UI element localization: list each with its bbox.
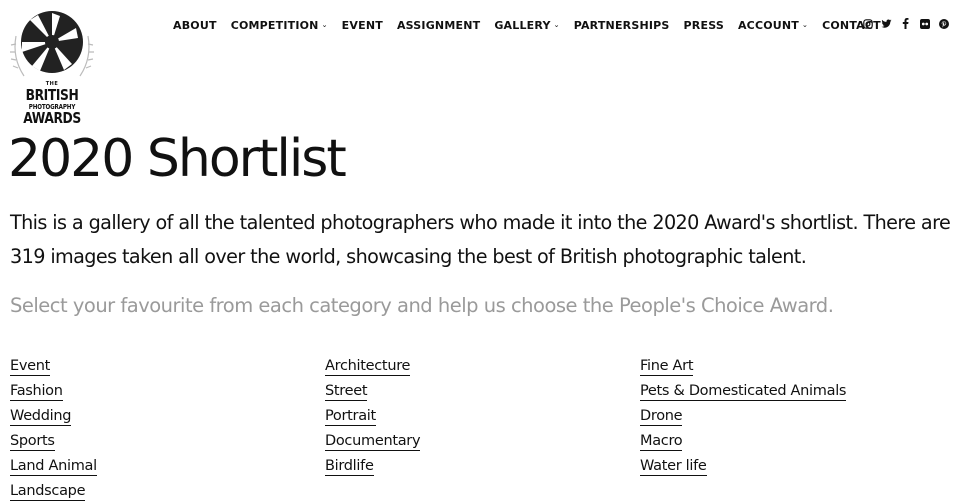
flickr-icon[interactable] xyxy=(919,18,930,29)
social-links xyxy=(862,18,957,29)
page-title: 2020 Shortlist xyxy=(8,129,347,189)
peoples-choice-prompt: Select your favourite from each category… xyxy=(10,294,834,317)
chevron-down-icon: ⌄ xyxy=(802,21,809,29)
logo-line-awards: AWARDS xyxy=(23,109,81,127)
category-link-drone[interactable]: Drone xyxy=(640,407,683,426)
category-link-portrait[interactable]: Portrait xyxy=(325,407,376,426)
site-logo[interactable]: THE BRITISH PHOTOGRAPHY AWARDS xyxy=(6,6,98,128)
category-link-documentary[interactable]: Documentary xyxy=(325,432,421,451)
category-column-1: Event Fashion Wedding Sports Land Animal… xyxy=(10,357,97,502)
aperture-icon xyxy=(10,11,94,77)
category-link-landscape[interactable]: Landscape xyxy=(10,482,86,501)
nav-gallery[interactable]: GALLERY ⌄ xyxy=(494,19,559,32)
chevron-down-icon: ⌄ xyxy=(321,21,328,29)
category-link-fashion[interactable]: Fashion xyxy=(10,382,63,401)
instagram-icon[interactable] xyxy=(862,18,873,29)
nav-competition[interactable]: COMPETITION ⌄ xyxy=(231,19,328,32)
category-link-land-animal[interactable]: Land Animal xyxy=(10,457,97,476)
category-link-fine-art[interactable]: Fine Art xyxy=(640,357,694,376)
twitter-icon[interactable] xyxy=(881,18,892,29)
nav-press[interactable]: PRESS xyxy=(684,19,724,32)
category-link-wedding[interactable]: Wedding xyxy=(10,407,71,426)
category-column-2: Architecture Street Portrait Documentary… xyxy=(325,357,421,482)
nav-about[interactable]: ABOUT xyxy=(173,19,217,32)
nav-partnerships[interactable]: PARTNERSHIPS xyxy=(574,19,670,32)
logo-line-british: BRITISH xyxy=(25,86,79,104)
pinterest-icon[interactable] xyxy=(938,18,949,29)
category-column-3: Fine Art Pets & Domesticated Animals Dro… xyxy=(640,357,846,482)
category-link-event[interactable]: Event xyxy=(10,357,50,376)
nav-account[interactable]: ACCOUNT ⌄ xyxy=(738,19,808,32)
category-link-architecture[interactable]: Architecture xyxy=(325,357,410,376)
category-link-street[interactable]: Street xyxy=(325,382,368,401)
category-link-water-life[interactable]: Water life xyxy=(640,457,707,476)
facebook-icon[interactable] xyxy=(900,18,911,29)
nav-assignment[interactable]: ASSIGNMENT xyxy=(397,19,480,32)
chevron-down-icon: ⌄ xyxy=(553,21,560,29)
main-nav: ABOUT COMPETITION ⌄ EVENT ASSIGNMENT GALL… xyxy=(173,17,895,33)
intro-text: This is a gallery of all the talented ph… xyxy=(10,211,951,268)
category-link-pets[interactable]: Pets & Domesticated Animals xyxy=(640,382,846,401)
category-link-macro[interactable]: Macro xyxy=(640,432,683,451)
nav-event[interactable]: EVENT xyxy=(342,19,383,32)
category-link-birdlife[interactable]: Birdlife xyxy=(325,457,374,476)
category-link-sports[interactable]: Sports xyxy=(10,432,55,451)
